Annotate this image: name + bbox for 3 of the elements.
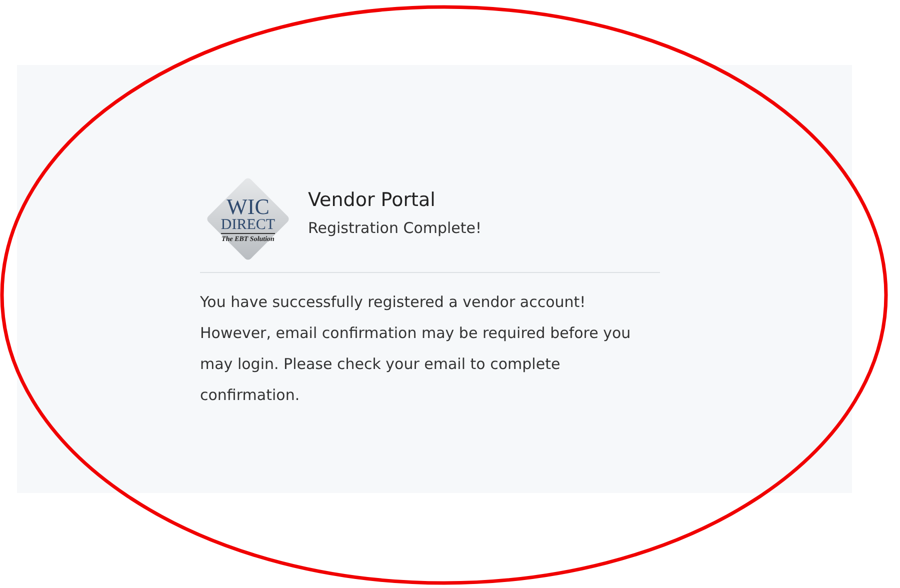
confirmation-message: You have successfully registered a vendor account! However, email confirmation may be required before you may login. Please check your email to complete confirmation. <box>200 292 632 406</box>
portal-title: Vendor Portal <box>308 189 436 211</box>
page-subtitle: Registration Complete! <box>308 219 482 237</box>
